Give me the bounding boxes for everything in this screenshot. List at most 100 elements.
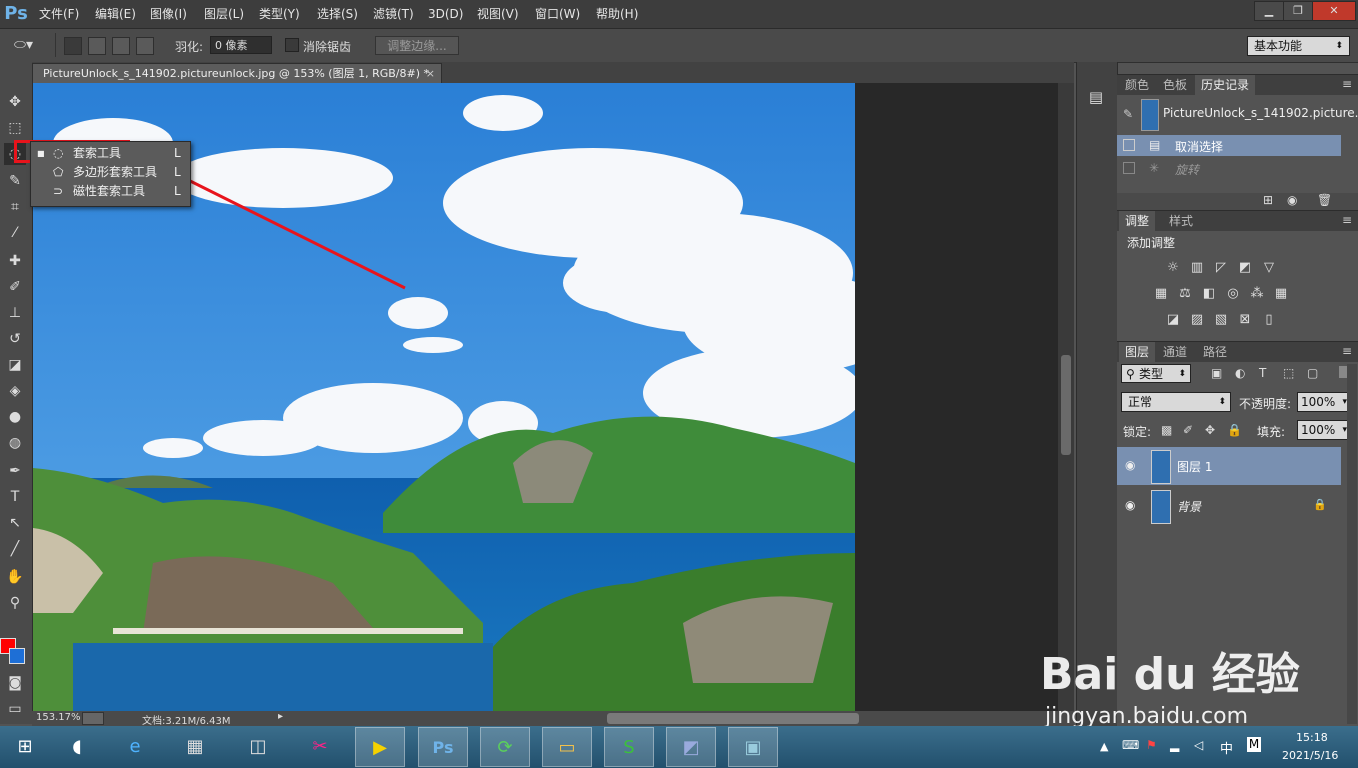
threshold-icon[interactable]: ▧ — [1213, 313, 1229, 327]
flyout-item-polygon-lasso[interactable]: ⬠ 多边形套索工具 L — [31, 163, 190, 182]
tool-app-icon[interactable]: ✂ — [295, 727, 345, 767]
clock-date[interactable]: 2021/5/16 — [1282, 749, 1338, 762]
trash-icon[interactable]: 🗑 — [1317, 193, 1332, 207]
paint-bucket-icon[interactable]: ◈ — [4, 380, 26, 402]
photoshop-task-icon[interactable]: Ps — [418, 727, 468, 767]
subtract-selection-icon[interactable] — [112, 37, 130, 55]
visibility-eye-icon[interactable]: ◉ — [1125, 498, 1135, 512]
tab-history[interactable]: 历史记录 — [1195, 75, 1256, 95]
dodge-tool-icon[interactable]: ◍ — [4, 432, 26, 454]
start-button-icon[interactable]: ⊞ — [0, 727, 50, 767]
refine-edge-button[interactable]: 调整边缘... — [375, 36, 459, 55]
calculator-icon[interactable]: ▦ — [170, 727, 220, 767]
black-white-icon[interactable]: ◧ — [1201, 287, 1217, 301]
photo-viewer-icon[interactable]: ▣ — [728, 727, 778, 767]
move-tool-icon[interactable]: ✥ — [4, 91, 26, 113]
filter-smart-icon[interactable]: ▢ — [1307, 366, 1318, 380]
brush-tool-icon[interactable]: ✐ — [4, 276, 26, 298]
blend-mode-select[interactable]: 正常 ⬍ — [1121, 392, 1231, 412]
tab-layers[interactable]: 图层 — [1119, 342, 1156, 362]
blur-tool-icon[interactable]: ● — [4, 406, 26, 428]
brightness-icon[interactable]: ☼ — [1165, 261, 1181, 275]
panel-menu-icon[interactable]: ≡ — [1342, 77, 1352, 91]
posterize-icon[interactable]: ▨ — [1189, 313, 1205, 327]
history-brush-icon[interactable]: ↺ — [4, 328, 26, 350]
path-select-icon[interactable]: ↖ — [4, 512, 26, 534]
layer-filter-select[interactable]: ⚲ 类型 ⬍ — [1121, 364, 1191, 383]
camera-icon[interactable]: ◉ — [1287, 193, 1297, 207]
quick-mask-icon[interactable]: ◙ — [4, 672, 26, 694]
menu-filter[interactable]: 滤镜(T) — [373, 0, 414, 28]
info-panel-icon[interactable]: ▤ — [1086, 88, 1106, 108]
menu-help[interactable]: 帮助(H) — [596, 0, 638, 28]
tab-paths[interactable]: 路径 — [1197, 342, 1233, 362]
screen-mode-icon[interactable]: ▭ — [4, 698, 26, 720]
tray-chevron-icon[interactable]: ▲ — [1100, 740, 1108, 753]
close-button[interactable]: ✕ — [1312, 1, 1356, 21]
background-color-swatch[interactable] — [9, 648, 25, 664]
tray-flag-icon[interactable]: ⚑ — [1146, 738, 1157, 752]
vertical-scrollbar[interactable] — [1058, 83, 1074, 711]
status-menu-arrow-icon[interactable]: ▸ — [278, 711, 283, 722]
panel-menu-icon[interactable]: ≡ — [1342, 213, 1352, 227]
healing-brush-icon[interactable]: ✚ — [4, 250, 26, 272]
eraser-tool-icon[interactable]: ◪ — [4, 354, 26, 376]
crop-tool-icon[interactable]: ⌗ — [4, 196, 26, 218]
eyedropper-icon[interactable]: ⁄ — [4, 222, 26, 244]
menu-3d[interactable]: 3D(D) — [428, 0, 463, 28]
hue-saturation-icon[interactable]: ▦ — [1153, 287, 1169, 301]
player-app-icon[interactable]: ▶ — [355, 727, 405, 767]
monitor-app-icon[interactable]: ◫ — [233, 727, 283, 767]
type-tool-icon[interactable]: T — [4, 486, 26, 508]
menu-select[interactable]: 选择(S) — [317, 0, 358, 28]
hand-tool-icon[interactable]: ✋ — [4, 566, 26, 588]
add-selection-icon[interactable] — [88, 37, 106, 55]
tab-adjustments[interactable]: 调整 — [1119, 211, 1156, 231]
ime-mode-indicator[interactable]: M — [1247, 737, 1261, 752]
layer-row-background[interactable]: ◉ 背景 🔒 — [1117, 487, 1341, 525]
vibrance-icon[interactable]: ▽ — [1261, 261, 1277, 275]
horizontal-scroll-thumb[interactable] — [607, 713, 859, 724]
lock-position-icon[interactable]: ✥ — [1205, 423, 1215, 437]
line-tool-icon[interactable]: ╱ — [4, 538, 26, 560]
tray-network-app-icon[interactable]: ⌨ — [1122, 738, 1139, 752]
lock-transparency-icon[interactable]: ▩ — [1161, 423, 1172, 437]
opacity-input[interactable]: 100% ▾ — [1297, 392, 1351, 412]
ime-indicator[interactable]: 中 — [1220, 738, 1233, 757]
intersect-selection-icon[interactable] — [136, 37, 154, 55]
menu-window[interactable]: 窗口(W) — [535, 0, 580, 28]
photo-filter-icon[interactable]: ◎ — [1225, 287, 1241, 301]
filter-adjustment-icon[interactable]: ◐ — [1235, 366, 1245, 380]
stamp-tool-icon[interactable]: ⊥ — [4, 302, 26, 324]
lock-paint-icon[interactable]: ✐ — [1183, 423, 1193, 437]
file-explorer-icon[interactable]: ▭ — [542, 727, 592, 767]
marquee-tool-icon[interactable]: ⬚ — [4, 117, 26, 139]
invert-icon[interactable]: ◪ — [1165, 313, 1181, 327]
zoom-tool-icon[interactable]: ⚲ — [4, 592, 26, 614]
audio-app-icon[interactable]: ◖ — [52, 727, 102, 767]
gradient-map-icon[interactable]: ⊠ — [1237, 313, 1253, 327]
filter-shape-icon[interactable]: ⬚ — [1283, 366, 1294, 380]
menu-layer[interactable]: 图层(L) — [204, 0, 244, 28]
tab-channels[interactable]: 通道 — [1157, 342, 1193, 362]
menu-edit[interactable]: 编辑(E) — [95, 0, 136, 28]
history-checkbox[interactable] — [1123, 162, 1135, 174]
history-snapshot[interactable]: ✎ PictureUnlock_s_141902.picture... — [1117, 97, 1358, 131]
quick-select-icon[interactable]: ✎ — [4, 170, 26, 192]
menu-type[interactable]: 类型(Y) — [259, 0, 300, 28]
visibility-eye-icon[interactable]: ◉ — [1125, 458, 1135, 472]
menu-file[interactable]: 文件(F) — [39, 0, 79, 28]
history-state-deselect[interactable]: ▤ 取消选择 — [1117, 135, 1341, 156]
layer-name[interactable]: 背景 — [1177, 498, 1201, 515]
filter-type-icon[interactable]: T — [1259, 366, 1266, 380]
workspace-select[interactable]: 基本功能 ⬍ — [1247, 36, 1350, 56]
exposure-icon[interactable]: ◩ — [1237, 261, 1253, 275]
color-lookup-icon[interactable]: ▦ — [1273, 287, 1289, 301]
selective-color-icon[interactable]: ▯ — [1261, 313, 1277, 327]
history-state-rotate[interactable]: ✳ 旋转 — [1117, 158, 1341, 179]
ie-browser-icon[interactable]: e — [110, 727, 160, 767]
new-selection-icon[interactable] — [64, 37, 82, 55]
layers-scrollbar[interactable] — [1347, 364, 1357, 724]
feather-input[interactable]: 0 像素 — [210, 36, 272, 54]
layer-name[interactable]: 图层 1 — [1177, 458, 1212, 475]
